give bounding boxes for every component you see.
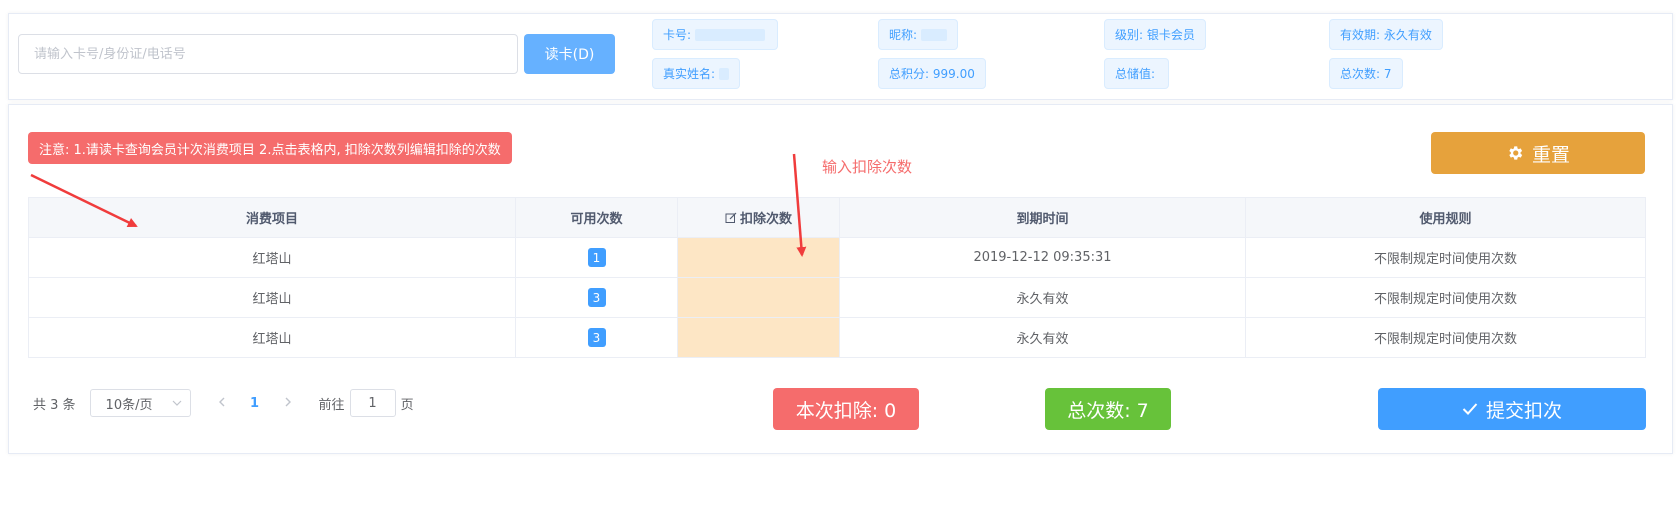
total-points-text: 总积分: 999.00 xyxy=(889,67,975,81)
next-page-button[interactable] xyxy=(273,395,303,411)
total-points-tag: 总积分: 999.00 xyxy=(878,58,986,89)
reset-label: 重置 xyxy=(1531,143,1570,166)
cell-rule: 不限制规定时间使用次数 xyxy=(1245,317,1646,358)
cell-rule: 不限制规定时间使用次数 xyxy=(1245,277,1646,318)
cell-item: 红塔山 xyxy=(28,237,516,278)
cell-expire: 永久有效 xyxy=(839,317,1246,358)
card-number-label: 卡号: xyxy=(663,28,692,42)
cell-deduct-editable[interactable] xyxy=(677,237,840,278)
total-count-text: 总次数: 7 xyxy=(1340,67,1392,81)
annotation-text: 输入扣除次数 xyxy=(822,158,913,176)
gear-icon xyxy=(1509,146,1523,160)
real-name-value-redacted xyxy=(719,67,729,80)
page-number-current[interactable]: 1 xyxy=(237,396,273,411)
cell-available: 1 xyxy=(515,237,678,278)
cell-deduct-editable[interactable] xyxy=(677,317,840,358)
table-row: 红塔山 1 2019-12-12 09:35:31 不限制规定时间使用次数 xyxy=(28,237,1646,278)
cell-available: 3 xyxy=(515,277,678,318)
validity-text: 有效期: 永久有效 xyxy=(1340,28,1432,42)
real-name-label: 真实姓名: xyxy=(663,67,716,81)
header-rule: 使用规则 xyxy=(1245,197,1646,238)
cell-rule: 不限制规定时间使用次数 xyxy=(1245,237,1646,278)
cell-expire: 永久有效 xyxy=(839,277,1246,318)
submit-label: 提交扣次 xyxy=(1485,399,1562,422)
total-count-text: 共 3 条 xyxy=(33,397,76,413)
chevron-down-icon xyxy=(172,400,181,406)
total-count-summary-text: 总次数: 7 xyxy=(1067,399,1149,422)
read-card-button[interactable]: 读卡(D) xyxy=(524,34,615,74)
table-row: 红塔山 3 永久有效 不限制规定时间使用次数 xyxy=(28,277,1646,318)
prev-page-button[interactable] xyxy=(207,395,237,411)
edit-icon xyxy=(725,212,737,223)
page-suffix: 页 xyxy=(400,397,414,413)
page-size-select[interactable]: 10条/页 xyxy=(89,389,191,417)
cell-deduct-editable[interactable] xyxy=(677,277,840,318)
cell-available: 3 xyxy=(515,317,678,358)
current-deduct-badge: 本次扣除: 0 xyxy=(773,388,919,430)
nickname-label: 昵称: xyxy=(889,28,918,42)
member-level-text: 级别: 银卡会员 xyxy=(1115,28,1195,42)
real-name-tag: 真实姓名: xyxy=(652,58,740,89)
header-deduct: 扣除次数 xyxy=(677,197,840,238)
current-deduct-text: 本次扣除: 0 xyxy=(795,399,897,422)
notice-banner: 注意: 1.请读卡查询会员计次消费项目 2.点击表格内, 扣除次数列编辑扣除的次… xyxy=(28,132,512,164)
validity-tag: 有效期: 永久有效 xyxy=(1329,19,1443,50)
chevron-right-icon xyxy=(285,397,291,407)
nickname-value-redacted xyxy=(921,28,947,41)
pagination: 共 3 条 10条/页 1 前往 页 xyxy=(33,388,414,418)
table-header-row: 消费项目 可用次数 扣除次数 到期时间 使用规则 xyxy=(28,197,1646,238)
page-size-value: 10条/页 xyxy=(105,397,153,413)
available-count-badge: 3 xyxy=(587,328,606,347)
card-number-tag: 卡号: xyxy=(652,19,778,50)
cell-item: 红塔山 xyxy=(28,277,516,318)
header-item: 消费项目 xyxy=(28,197,516,238)
cell-item: 红塔山 xyxy=(28,317,516,358)
card-number-value-redacted xyxy=(695,28,766,41)
submit-deduct-button[interactable]: 提交扣次 xyxy=(1378,388,1646,430)
goto-label: 前往 xyxy=(318,397,345,413)
header-available: 可用次数 xyxy=(515,197,678,238)
cell-expire: 2019-12-12 09:35:31 xyxy=(839,237,1246,278)
consumption-table: 消费项目 可用次数 扣除次数 到期时间 使用规则 红塔山 1 2019-12-1… xyxy=(28,197,1646,358)
total-balance-text: 总储值: xyxy=(1115,67,1156,81)
check-icon xyxy=(1462,403,1478,415)
available-count-badge: 3 xyxy=(587,288,606,307)
total-count-badge: 总次数: 7 xyxy=(1045,388,1171,430)
member-level-tag: 级别: 银卡会员 xyxy=(1104,19,1206,50)
header-expire: 到期时间 xyxy=(839,197,1246,238)
total-balance-tag: 总储值: xyxy=(1104,58,1169,89)
reset-button[interactable]: 重置 xyxy=(1431,132,1645,174)
header-deduct-label: 扣除次数 xyxy=(739,212,792,227)
table-row: 红塔山 3 永久有效 不限制规定时间使用次数 xyxy=(28,317,1646,358)
nickname-tag: 昵称: xyxy=(878,19,958,50)
search-input[interactable] xyxy=(18,34,518,74)
chevron-left-icon xyxy=(218,397,225,407)
goto-page-input[interactable] xyxy=(349,389,396,417)
available-count-badge: 1 xyxy=(587,248,606,267)
total-count-tag: 总次数: 7 xyxy=(1329,58,1403,89)
